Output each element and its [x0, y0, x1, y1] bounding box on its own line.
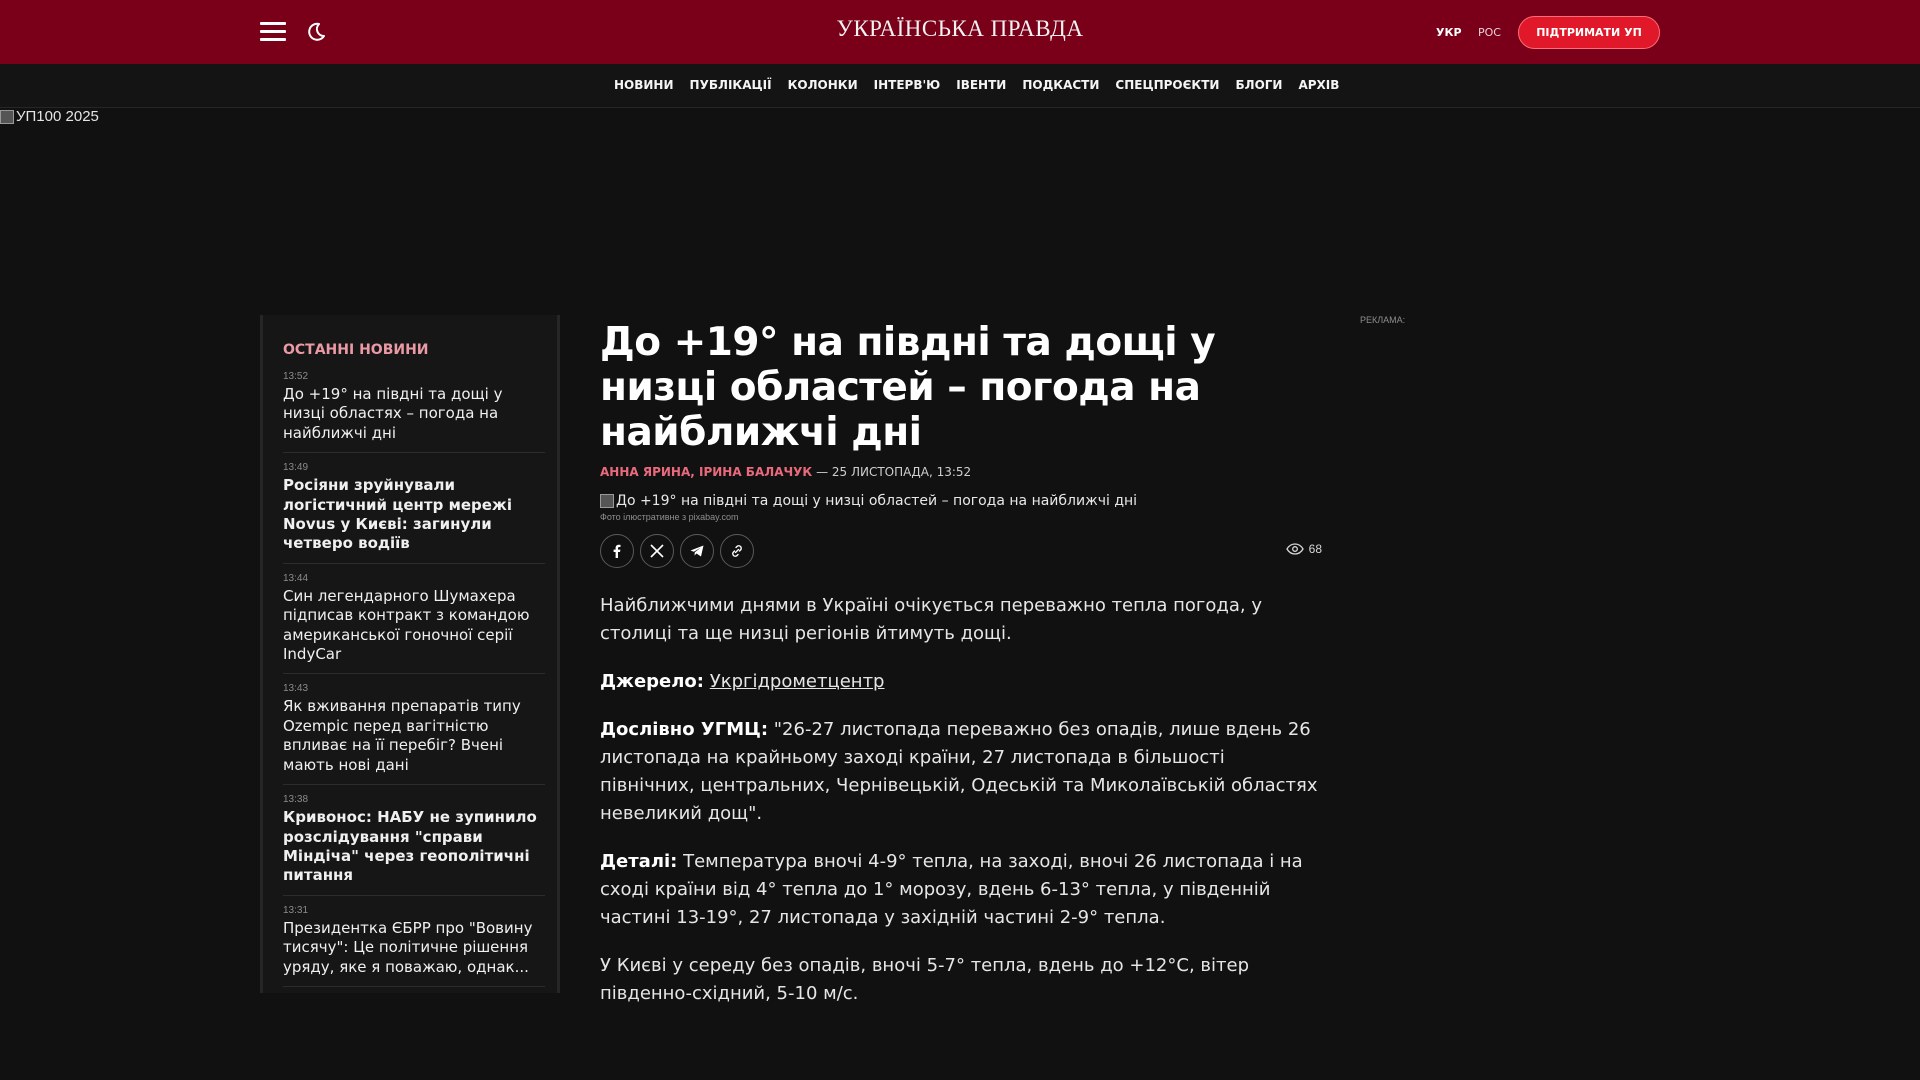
news-list: 13:52 До +19° на півдні та дощі у низці … [283, 371, 545, 993]
lang-ukr-link[interactable]: УКР [1436, 26, 1462, 39]
news-time: 13:31 [283, 904, 309, 916]
nav-item-kolonky[interactable]: КОЛОНКИ [788, 78, 858, 92]
top-header: УКРАЇНСЬКА ПРАВДА УКР РОС ПІДТРИМАТИ УП [0, 0, 1920, 64]
article-photo: До +19° на півдні та дощі у низці област… [600, 493, 1322, 509]
news-time: 13:38 [283, 794, 309, 806]
site-logo[interactable]: УКРАЇНСЬКА ПРАВДА [760, 16, 1160, 42]
nav-item-interviu[interactable]: ІНТЕРВ'Ю [874, 78, 941, 92]
promo-banner[interactable]: УП100 2025 [0, 108, 100, 125]
nav-links: НОВИНИ ПУБЛІКАЦІЇ КОЛОНКИ ІНТЕРВ'Ю ІВЕНТ… [614, 78, 1339, 92]
photo-alt-text: До +19° на півдні та дощі у низці област… [616, 493, 1138, 509]
article-authors[interactable]: АННА ЯРИНА, ІРИНА БАЛАЧУК [600, 465, 812, 479]
article-details: Деталі: Температура вночі 4-9° тепла, на… [600, 848, 1322, 932]
dark-mode-icon[interactable] [304, 20, 328, 44]
nav-item-novyny[interactable]: НОВИНИ [614, 78, 674, 92]
article-title: До +19° на півдні та дощі у низці област… [600, 320, 1216, 455]
news-headline[interactable]: Росіяни зруйнували логістичний центр мер… [283, 476, 545, 554]
quote-label: Дослівно УГМЦ: [600, 719, 769, 740]
details-label: Деталі: [600, 851, 678, 872]
x-icon[interactable] [640, 534, 674, 568]
news-headline[interactable]: Кривонос: НАБУ не зупинило розслідування… [283, 808, 545, 886]
news-time: 13:52 [283, 371, 309, 382]
ad-label: РЕКЛАМА: [1360, 315, 1406, 325]
news-headline[interactable]: До +19° на півдні та дощі у низці област… [283, 385, 545, 443]
news-time: 13:49 [283, 462, 309, 474]
sidebar-title[interactable]: ОСТАННІ НОВИНИ [283, 342, 429, 358]
article-body: Найближчими днями в Україні очікується п… [600, 592, 1322, 1008]
lang-ros-link[interactable]: РОС [1478, 26, 1501, 39]
article-kyiv: У Києві у середу без опадів, вночі 5-7° … [600, 955, 1249, 1004]
news-item[interactable]: 13:49 Росіяни зруйнували логістичний цен… [283, 462, 545, 564]
broken-image-icon [0, 109, 14, 124]
nav-item-podkasty[interactable]: ПОДКАСТИ [1022, 78, 1099, 92]
photo-credit: Фото ілюстративне з pixabay.com [600, 512, 739, 522]
news-time: 13:43 [283, 683, 309, 695]
article-quote: Дослівно УГМЦ: "26-27 листопада переважн… [600, 716, 1322, 828]
nav-item-iventy[interactable]: ІВЕНТИ [956, 78, 1006, 92]
news-time: 13:44 [283, 572, 309, 584]
source-label: Джерело: [600, 671, 704, 692]
banner-alt-text: УП100 2025 [16, 108, 99, 125]
nav-item-arkhiv[interactable]: АРХІВ [1298, 78, 1339, 92]
support-button[interactable]: ПІДТРИМАТИ УП [1518, 16, 1660, 49]
view-count: 68 [1308, 542, 1322, 556]
article-date: — 25 ЛИСТОПАДА, 13:52 [816, 465, 972, 479]
news-item[interactable]: 13:44 Син легендарного Шумахера підписав… [283, 573, 545, 675]
news-item[interactable]: 13:31 Президентка ЄБРР про "Вовину тисяч… [283, 905, 545, 987]
nav-item-publikatsii[interactable]: ПУБЛІКАЦІЇ [690, 78, 772, 92]
view-counter: 68 [1285, 542, 1322, 556]
broken-image-icon [600, 494, 614, 508]
menu-icon[interactable] [260, 22, 286, 42]
source-link[interactable]: Укргідрометцентр [710, 671, 885, 692]
main-nav: НОВИНИ ПУБЛІКАЦІЇ КОЛОНКИ ІНТЕРВ'Ю ІВЕНТ… [0, 64, 1920, 108]
eye-icon [1285, 543, 1304, 555]
article-byline: АННА ЯРИНА, ІРИНА БАЛАЧУК — 25 ЛИСТОПАДА… [600, 465, 1322, 479]
telegram-icon[interactable] [680, 534, 714, 568]
facebook-icon[interactable] [600, 534, 634, 568]
article-source: Джерело: Укргідрометцентр [600, 668, 1322, 696]
news-item[interactable]: 13:38 Кривонос: НАБУ не зупинило розслід… [283, 794, 545, 896]
nav-item-blohy[interactable]: БЛОГИ [1235, 78, 1282, 92]
news-item[interactable]: 13:52 До +19° на півдні та дощі у низці … [283, 371, 545, 454]
news-headline[interactable]: Як вживання препаратів типу Ozempic пере… [283, 697, 545, 775]
article-lead: Найближчими днями в Україні очікується п… [600, 595, 1262, 644]
news-headline[interactable]: Президентка ЄБРР про "Вовину тисячу": Це… [283, 919, 545, 977]
news-item[interactable]: 13:43 Як вживання препаратів типу Ozempi… [283, 683, 545, 786]
news-headline[interactable]: Син легендарного Шумахера підписав контр… [283, 587, 545, 665]
share-bar: 68 [600, 534, 1322, 568]
details-text: Температура вночі 4-9° тепла, на заході,… [600, 851, 1303, 928]
nav-item-spetsproekty[interactable]: СПЕЦПРОЄКТИ [1115, 78, 1219, 92]
link-icon[interactable] [720, 534, 754, 568]
article: До +19° на півдні та дощі у низці област… [600, 320, 1322, 1028]
latest-news-sidebar: ОСТАННІ НОВИНИ 13:52 До +19° на півдні т… [260, 315, 560, 993]
